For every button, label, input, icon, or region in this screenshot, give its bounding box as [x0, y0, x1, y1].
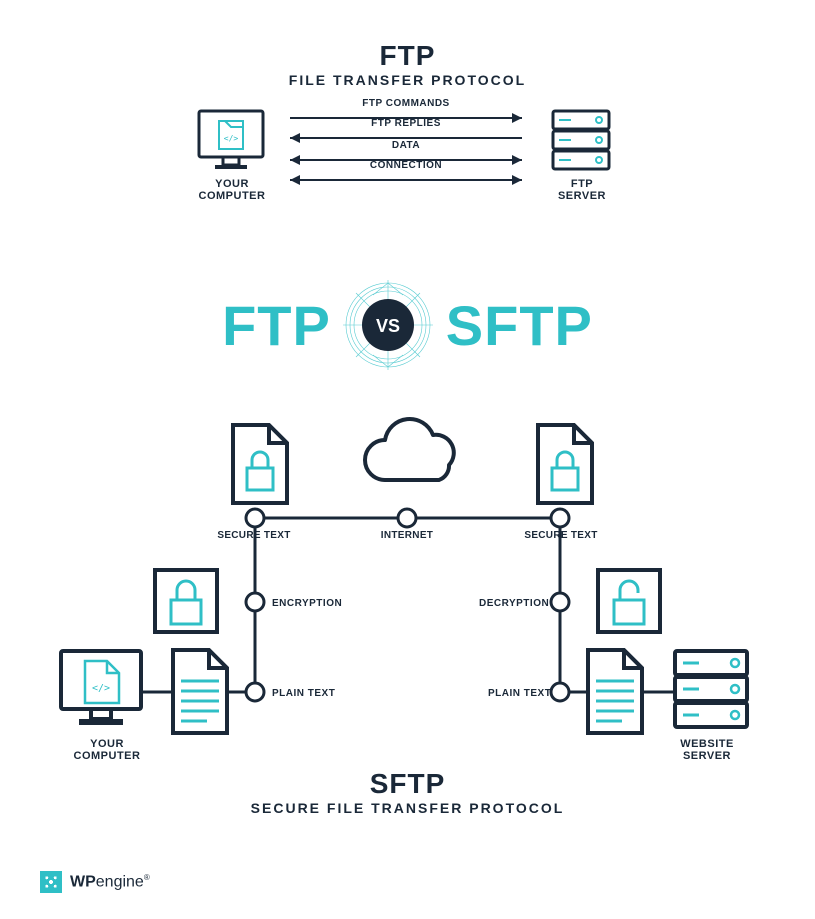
secure-file-left-icon — [233, 425, 287, 503]
svg-text:</>: </> — [224, 134, 239, 143]
sftp-title: SFTP — [0, 768, 815, 800]
secure-text-right-label: SECURE TEXT — [511, 530, 611, 541]
encryption-label: ENCRYPTION — [272, 598, 342, 609]
internet-label: INTERNET — [357, 530, 457, 541]
wpengine-wordmark: WPengine® — [70, 873, 150, 891]
document-left-icon — [173, 650, 227, 733]
plain-text-right-label: PLAIN TEXT — [488, 688, 551, 699]
lock-closed-icon — [155, 570, 217, 632]
lock-open-icon — [598, 570, 660, 632]
document-right-icon — [588, 650, 642, 733]
server-icon — [675, 651, 747, 727]
cloud-icon — [365, 419, 454, 480]
svg-text:</>: </> — [92, 683, 110, 694]
vs-comparison-row: FTP VS SFTP — [0, 280, 815, 370]
ftp-word: FTP — [222, 293, 331, 358]
ftp-your-computer-label: YOURCOMPUTER — [182, 178, 282, 202]
computer-icon: </> — [61, 651, 141, 725]
ftp-subtitle: FILE TRANSFER PROTOCOL — [0, 72, 815, 88]
plain-text-left-label: PLAIN TEXT — [272, 688, 335, 699]
decryption-label: DECRYPTION — [479, 598, 549, 609]
sftp-subtitle: SECURE FILE TRANSFER PROTOCOL — [0, 800, 815, 816]
secure-text-left-label: SECURE TEXT — [204, 530, 304, 541]
sftp-website-server-label: WEBSITESERVER — [652, 738, 762, 762]
vs-text: VS — [376, 316, 400, 336]
sftp-word: SFTP — [446, 293, 593, 358]
server-icon — [545, 105, 617, 177]
computer-icon: </> — [195, 105, 267, 177]
vs-badge: VS — [343, 280, 433, 370]
wpengine-glyph-icon — [40, 871, 62, 893]
sftp-your-computer-label: YOURCOMPUTER — [52, 738, 162, 762]
wpengine-logo: WPengine® — [40, 871, 150, 893]
ftp-title: FTP — [0, 40, 815, 72]
secure-file-right-icon — [538, 425, 592, 503]
ftp-server-label: FTPSERVER — [532, 178, 632, 202]
